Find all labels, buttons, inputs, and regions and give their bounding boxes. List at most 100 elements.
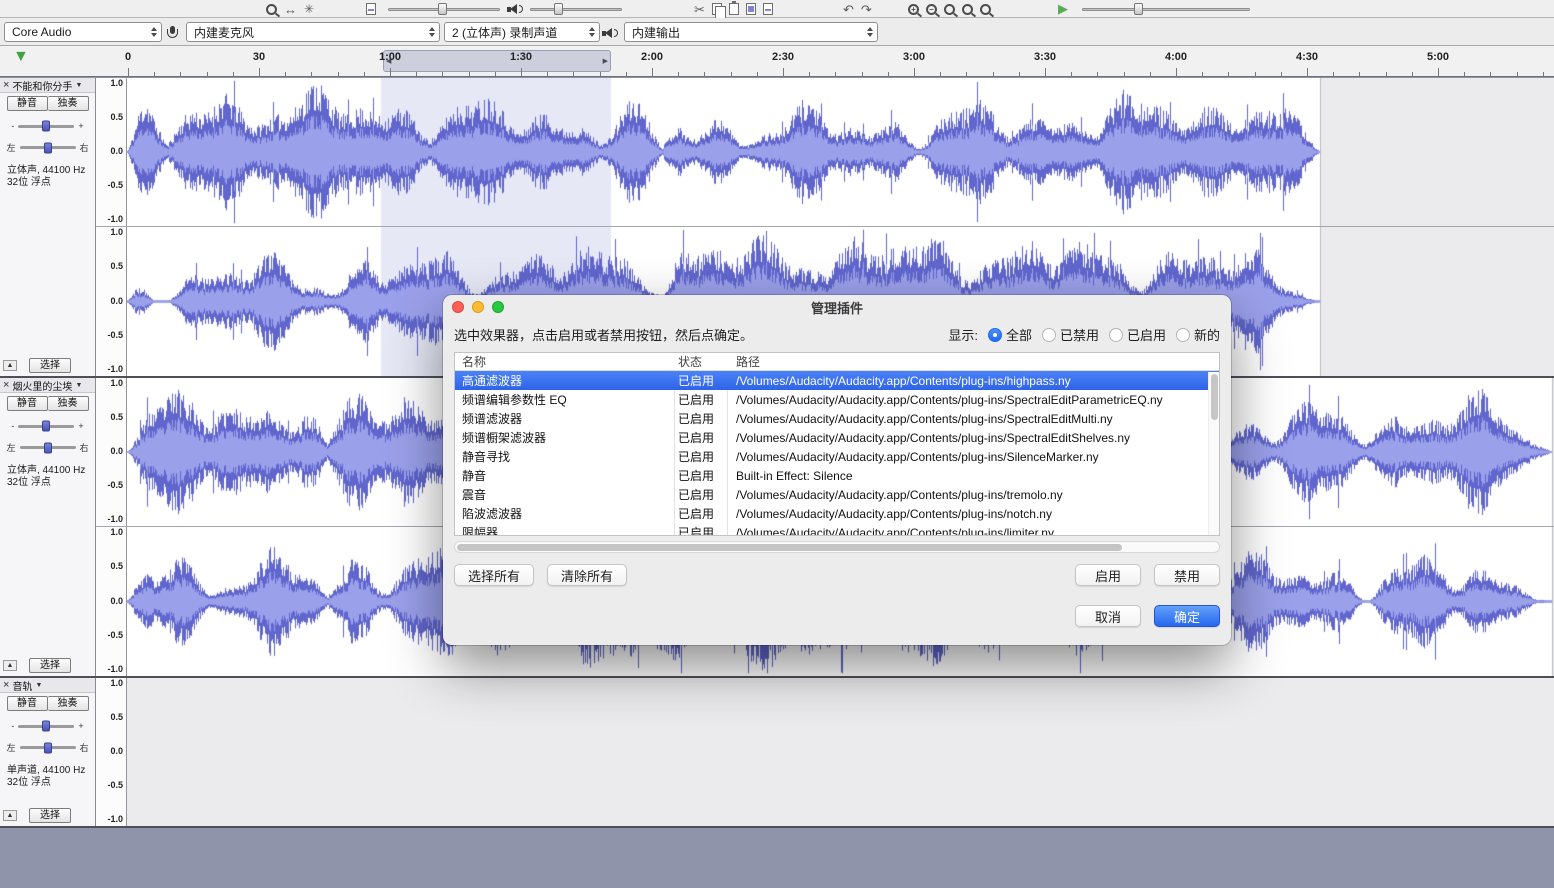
play-speed-slider[interactable] — [1082, 2, 1250, 16]
pan-slider-thumb[interactable] — [44, 742, 52, 753]
vertical-scrollbar-thumb[interactable] — [1211, 374, 1218, 420]
track-title[interactable]: 烟火里的尘埃 — [12, 378, 72, 393]
gain-slider[interactable]: - + — [0, 721, 95, 731]
redo-icon[interactable]: ↷ — [861, 3, 872, 16]
playback-device-select[interactable]: 内建输出 — [624, 22, 878, 42]
track-channel: 1.00.50.0-0.5-1.0 — [96, 78, 1554, 227]
timeline-selection-range[interactable]: ◀ ▶ — [383, 50, 611, 72]
column-header-path[interactable]: 路径 — [727, 353, 1219, 370]
track-menu-caret-icon[interactable]: ▼ — [35, 682, 42, 689]
timeline-ruler[interactable]: ▼ ◀ ▶ 0301:001:302:002:303:003:304:004:3… — [0, 46, 1554, 77]
zoom-window-button[interactable] — [492, 301, 504, 313]
mute-button[interactable]: 静音 — [7, 396, 48, 411]
zoom-fit-icon[interactable] — [962, 4, 973, 15]
track-collapse-button[interactable]: ▲ — [3, 360, 17, 371]
undo-icon[interactable]: ↶ — [843, 3, 854, 16]
plugin-path: /Volumes/Audacity/Audacity.app/Contents/… — [727, 374, 1219, 388]
pan-slider[interactable]: 左 右 — [0, 441, 95, 454]
track-close-button[interactable]: × — [3, 680, 9, 691]
zoom-selection-icon[interactable] — [944, 4, 955, 15]
disable-button[interactable]: 禁用 — [1154, 564, 1220, 586]
filter-radio[interactable]: 已启用 — [1109, 325, 1166, 344]
filter-radio[interactable]: 全部 — [988, 325, 1032, 344]
track-title[interactable]: 音轨 — [12, 678, 32, 693]
track-menu-caret-icon[interactable]: ▼ — [75, 382, 82, 389]
track-title[interactable]: 不能和你分手 — [12, 78, 72, 93]
ruler-time-label: 1:30 — [510, 51, 532, 63]
track-close-button[interactable]: × — [3, 380, 9, 391]
copy-icon[interactable] — [712, 3, 722, 15]
column-header-state[interactable]: 状态 — [674, 353, 727, 370]
plugin-row[interactable]: 震音 已启用 /Volumes/Audacity/Audacity.app/Co… — [455, 485, 1219, 504]
silence-audio-icon[interactable] — [763, 3, 773, 15]
filter-radio[interactable]: 新的 — [1176, 325, 1220, 344]
track-collapse-button[interactable]: ▲ — [3, 810, 17, 821]
zoom-tool-icon[interactable] — [266, 4, 277, 15]
envelope-tool-icon[interactable] — [366, 3, 376, 15]
gain-slider-thumb[interactable] — [42, 121, 50, 132]
pan-slider-thumb[interactable] — [44, 442, 52, 453]
mute-button[interactable]: 静音 — [7, 696, 48, 711]
track-select-button[interactable]: 选择 — [29, 358, 71, 373]
pan-slider-thumb[interactable] — [44, 142, 52, 153]
recording-level-slider[interactable] — [388, 2, 500, 16]
pan-slider[interactable]: 左 右 — [0, 141, 95, 154]
timeshift-tool-icon[interactable]: ↔ — [284, 3, 297, 16]
mute-button[interactable]: 静音 — [7, 96, 48, 111]
plugin-row[interactable]: 频谱编辑参数性 EQ 已启用 /Volumes/Audacity/Audacit… — [455, 390, 1219, 409]
track-collapse-button[interactable]: ▲ — [3, 660, 17, 671]
pan-slider[interactable]: 左 右 — [0, 741, 95, 754]
minimize-window-button[interactable] — [472, 301, 484, 313]
recording-channels-select[interactable]: 2 (立体声) 录制声道 — [444, 22, 600, 42]
zoom-in-icon[interactable]: + — [908, 4, 919, 15]
waveform-canvas[interactable] — [127, 78, 1554, 226]
waveform-canvas[interactable] — [127, 678, 1554, 826]
filter-radio[interactable]: 已禁用 — [1042, 325, 1099, 344]
plugin-row[interactable]: 静音寻找 已启用 /Volumes/Audacity/Audacity.app/… — [455, 447, 1219, 466]
track-menu-caret-icon[interactable]: ▼ — [75, 82, 82, 89]
show-label: 显示: — [948, 325, 978, 344]
plugin-table[interactable]: 名称 状态 路径 高通滤波器 已启用 /Volumes/Audacity/Aud… — [454, 352, 1220, 536]
play-at-speed-icon[interactable]: ▶ — [1058, 1, 1068, 17]
audio-host-select[interactable]: Core Audio — [4, 22, 162, 42]
trim-audio-icon[interactable] — [746, 3, 756, 15]
multi-tool-icon[interactable]: ✳ — [304, 3, 314, 15]
gain-slider[interactable]: - + — [0, 121, 95, 131]
gain-slider-thumb[interactable] — [42, 721, 50, 732]
enable-button[interactable]: 启用 — [1075, 564, 1141, 586]
solo-button[interactable]: 独奏 — [48, 96, 89, 111]
clear-all-button[interactable]: 清除所有 — [547, 564, 627, 586]
plugin-state: 已启用 — [674, 467, 727, 484]
plugin-row[interactable]: 高通滤波器 已启用 /Volumes/Audacity/Audacity.app… — [455, 371, 1219, 390]
horizontal-scrollbar-thumb[interactable] — [457, 544, 1122, 551]
plugin-row[interactable]: 陷波滤波器 已启用 /Volumes/Audacity/Audacity.app… — [455, 504, 1219, 523]
plugin-row[interactable]: 频谱橱架滤波器 已启用 /Volumes/Audacity/Audacity.a… — [455, 428, 1219, 447]
selection-right-arrow-icon[interactable]: ▶ — [603, 57, 608, 65]
plugin-row[interactable]: 限幅器 已启用 /Volumes/Audacity/Audacity.app/C… — [455, 523, 1219, 536]
solo-button[interactable]: 独奏 — [48, 396, 89, 411]
ruler-area[interactable]: ◀ ▶ 0301:001:302:002:303:003:304:004:305… — [0, 46, 1554, 76]
track-close-button[interactable]: × — [3, 80, 9, 91]
plugin-table-header[interactable]: 名称 状态 路径 — [455, 353, 1219, 371]
recording-device-select[interactable]: 内建麦克风 — [186, 22, 440, 42]
zoom-toggle-icon[interactable] — [980, 4, 991, 15]
cancel-button[interactable]: 取消 — [1075, 605, 1141, 627]
track-select-button[interactable]: 选择 — [29, 808, 71, 823]
cut-icon[interactable]: ✂ — [694, 3, 705, 16]
gain-slider[interactable]: - + — [0, 421, 95, 431]
plugin-row[interactable]: 频谱滤波器 已启用 /Volumes/Audacity/Audacity.app… — [455, 409, 1219, 428]
track-select-button[interactable]: 选择 — [29, 658, 71, 673]
select-all-button[interactable]: 选择所有 — [454, 564, 534, 586]
vertical-scrollbar[interactable] — [1208, 372, 1219, 535]
solo-button[interactable]: 独奏 — [48, 696, 89, 711]
plugin-row[interactable]: 静音 已启用 Built-in Effect: Silence — [455, 466, 1219, 485]
close-window-button[interactable] — [452, 301, 464, 313]
paste-icon[interactable] — [729, 3, 739, 15]
horizontal-scrollbar[interactable] — [454, 541, 1220, 553]
gain-slider-thumb[interactable] — [42, 421, 50, 432]
zoom-out-icon[interactable]: − — [926, 4, 937, 15]
ok-button[interactable]: 确定 — [1154, 605, 1220, 627]
dialog-titlebar[interactable]: 管理插件 — [443, 295, 1231, 319]
column-header-name[interactable]: 名称 — [455, 353, 674, 370]
playback-level-slider[interactable] — [530, 2, 622, 16]
